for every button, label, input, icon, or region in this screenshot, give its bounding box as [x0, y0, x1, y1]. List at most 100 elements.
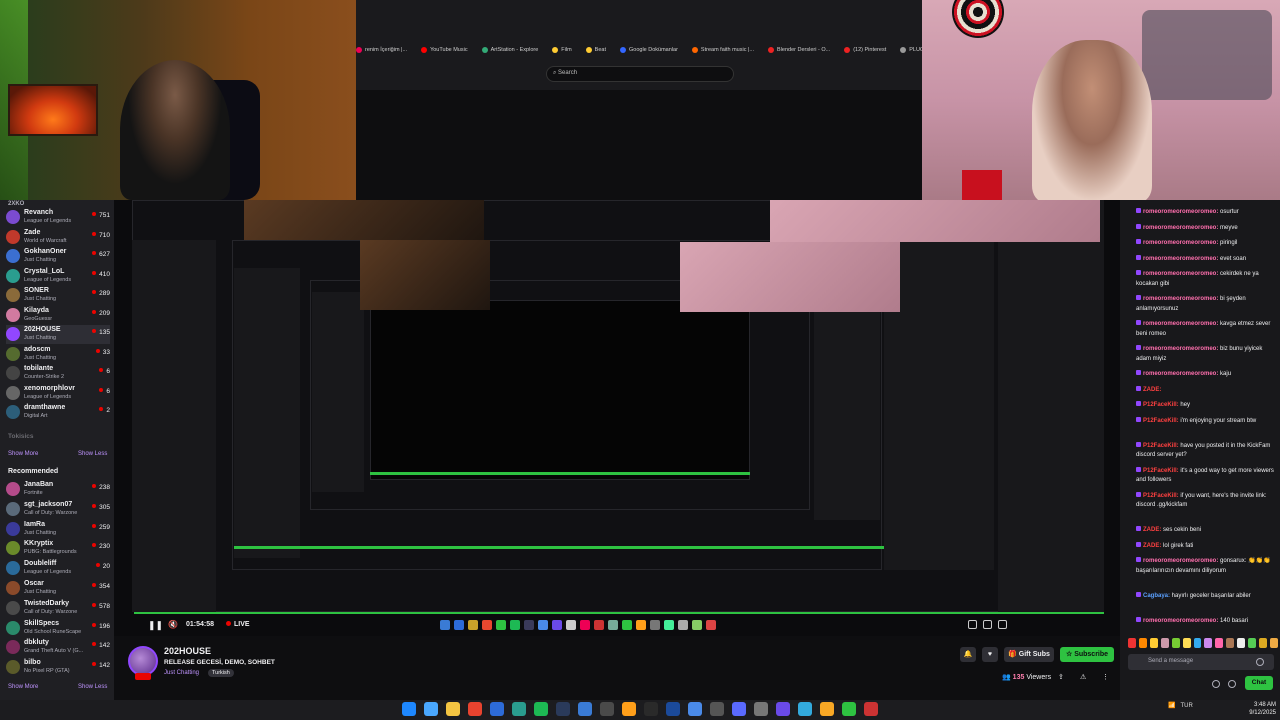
sidebar-channel-item[interactable]: dbkluty Grand Theft Auto V (G... 142 — [6, 638, 110, 657]
sidebar-channel-item[interactable]: adoscm Just Chatting 33 — [6, 345, 110, 364]
bookmark-item[interactable]: YouTube Music — [421, 47, 468, 53]
chat-username[interactable]: ZADE: — [1143, 527, 1161, 533]
settings-icon[interactable] — [968, 620, 977, 629]
emote-icon[interactable] — [1237, 638, 1246, 648]
chat-username[interactable]: romeoromeoromeoromeo: — [1143, 256, 1218, 262]
sidebar-channel-item[interactable]: GokhanOner Just Chatting 627 — [6, 247, 110, 266]
taskbar-app-icon[interactable] — [556, 702, 570, 716]
taskbar-app-icon[interactable] — [600, 702, 614, 716]
more-icon[interactable]: ⋮ — [1102, 673, 1109, 681]
emote-picker-icon[interactable] — [1256, 658, 1264, 666]
taskbar-app-icon[interactable] — [710, 702, 724, 716]
wifi-icon[interactable]: 📶 — [1168, 702, 1175, 709]
taskbar-app-icon[interactable] — [446, 702, 460, 716]
search-input[interactable]: ⌕ Search — [546, 66, 734, 82]
taskbar-app-icon[interactable] — [468, 702, 482, 716]
sidebar-channel-item[interactable]: xenomorphlovr League of Legends 6 — [6, 384, 110, 403]
taskbar-app-icon[interactable] — [754, 702, 768, 716]
emote-icon[interactable] — [1248, 638, 1257, 648]
emote-icon[interactable] — [1269, 638, 1278, 648]
sidebar-channel-item[interactable]: SONER Just Chatting 289 — [6, 286, 110, 305]
emote-icon[interactable] — [1149, 638, 1158, 648]
sidebar-channel-item[interactable]: dramthawne Digital Art 2 — [6, 403, 110, 422]
bookmark-item[interactable]: renim İçeriğim |... — [356, 47, 407, 53]
sidebar-channel-item[interactable]: 202HOUSE Just Chatting 135 — [6, 325, 110, 344]
sidebar-channel-item[interactable]: tobilante Counter-Strike 2 6 — [6, 364, 110, 383]
taskbar-app-icon[interactable] — [622, 702, 636, 716]
bookmark-item[interactable]: Beat — [585, 47, 606, 53]
chat-username[interactable]: romeoromeoromeoromeo: — [1143, 618, 1218, 624]
theatre-mode-icon[interactable] — [983, 620, 992, 629]
emote-icon[interactable] — [1204, 638, 1213, 648]
show-less-link[interactable]: Show Less — [78, 451, 107, 457]
sidebar-channel-item[interactable]: Zade World of Warcraft 710 — [6, 228, 110, 247]
taskbar-app-icon[interactable] — [424, 702, 438, 716]
sidebar-channel-item[interactable]: Doubleliff League of Legends 20 — [6, 559, 110, 578]
sidebar-channel-item[interactable]: TwistedDarky Call of Duty: Warzone 578 — [6, 599, 110, 618]
sidebar-channel-item[interactable]: JanaBan Fortnite 238 — [6, 480, 110, 499]
offline-channel[interactable]: Tokisics — [8, 433, 34, 440]
heart-icon[interactable]: ♥ — [982, 647, 998, 662]
taskbar-app-icon[interactable] — [490, 702, 504, 716]
chat-points-icon[interactable] — [1228, 680, 1236, 688]
emote-icon[interactable] — [1226, 638, 1235, 648]
sidebar-channel-item[interactable]: Kilayda GeoGuessr 209 — [6, 306, 110, 325]
stream-category[interactable]: Just Chatting — [164, 670, 199, 676]
gift-subs-button[interactable]: 🎁 Gift Subs — [1004, 647, 1054, 662]
sidebar-channel-item[interactable]: Oscar Just Chatting 354 — [6, 579, 110, 598]
chat-username[interactable]: P12FaceKill: — [1143, 493, 1179, 499]
share-icon[interactable]: ⇪ — [1058, 673, 1064, 681]
bookmark-item[interactable]: PLUGI — [900, 47, 922, 53]
chat-username[interactable]: P12FaceKill: — [1143, 468, 1179, 474]
rec-show-more-link[interactable]: Show More — [8, 684, 38, 690]
taskbar-app-icon[interactable] — [688, 702, 702, 716]
pause-icon[interactable]: ❚❚ — [148, 620, 163, 631]
emote-icon[interactable] — [1259, 638, 1267, 648]
chat-username[interactable]: Cagbaya: — [1143, 593, 1170, 599]
chat-settings-icon[interactable] — [1212, 680, 1220, 688]
emote-icon[interactable] — [1160, 638, 1169, 648]
avatar[interactable] — [128, 646, 158, 676]
taskbar-app-icon[interactable] — [644, 702, 658, 716]
chat-username[interactable]: romeoromeoromeoromeo: — [1143, 225, 1218, 231]
bookmark-item[interactable]: Stream faith music |... — [691, 47, 754, 53]
sidebar-channel-item[interactable]: IamRa Just Chatting 259 — [6, 520, 110, 539]
taskbar-app-icon[interactable] — [864, 702, 878, 716]
taskbar-app-icon[interactable] — [512, 702, 526, 716]
taskbar-clock[interactable]: 3:48 AM 9/12/2025 — [1240, 701, 1276, 717]
taskbar-app-icon[interactable] — [578, 702, 592, 716]
rec-show-less-link[interactable]: Show Less — [78, 684, 107, 690]
chat-username[interactable]: ZADE: — [1143, 543, 1161, 549]
bookmark-item[interactable]: Film — [552, 47, 572, 53]
sidebar-channel-item[interactable]: Revanch League of Legends 751 — [6, 208, 110, 227]
taskbar-app-icon[interactable] — [666, 702, 680, 716]
show-more-link[interactable]: Show More — [8, 451, 38, 457]
chat-username[interactable]: ZADE: — [1143, 387, 1161, 393]
chat-username[interactable]: romeoromeoromeoromeo: — [1143, 346, 1218, 352]
sidebar-channel-item[interactable]: Crystal_LoL League of Legends 410 — [6, 267, 110, 286]
taskbar-app-icon[interactable] — [776, 702, 790, 716]
emote-icon[interactable] — [1138, 638, 1147, 648]
streamer-name[interactable]: 202HOUSE — [164, 646, 211, 656]
chat-username[interactable]: P12FaceKill: — [1143, 443, 1179, 449]
taskbar-app-icon[interactable] — [402, 702, 416, 716]
chat-username[interactable]: romeoromeoromeoromeo: — [1143, 271, 1218, 277]
chat-username[interactable]: romeoromeoromeoromeo: — [1143, 209, 1218, 215]
sidebar-channel-item[interactable]: KKryptix PUBG: Battlegrounds 230 — [6, 539, 110, 558]
emote-icon[interactable] — [1193, 638, 1202, 648]
chat-username[interactable]: P12FaceKill: — [1143, 418, 1179, 424]
taskbar-app-icon[interactable] — [842, 702, 856, 716]
emote-icon[interactable] — [1171, 638, 1180, 648]
taskbar-app-icon[interactable] — [534, 702, 548, 716]
bookmark-item[interactable]: Blender Dersleri - O... — [768, 47, 830, 53]
emote-icon[interactable] — [1215, 638, 1224, 648]
taskbar-app-icon[interactable] — [732, 702, 746, 716]
taskbar-app-icon[interactable] — [820, 702, 834, 716]
emote-icon[interactable] — [1182, 638, 1191, 648]
sidebar-channel-item[interactable]: bilbo No Pixel RP (GTA) 142 — [6, 658, 110, 677]
chat-username[interactable]: romeoromeoromeoromeo: — [1143, 240, 1218, 246]
bookmark-item[interactable]: Google Dokümanlar — [620, 47, 678, 53]
chat-username[interactable]: romeoromeoromeoromeo: — [1143, 558, 1218, 564]
fullscreen-icon[interactable] — [998, 620, 1007, 629]
chat-username[interactable]: romeoromeoromeoromeo: — [1143, 296, 1218, 302]
